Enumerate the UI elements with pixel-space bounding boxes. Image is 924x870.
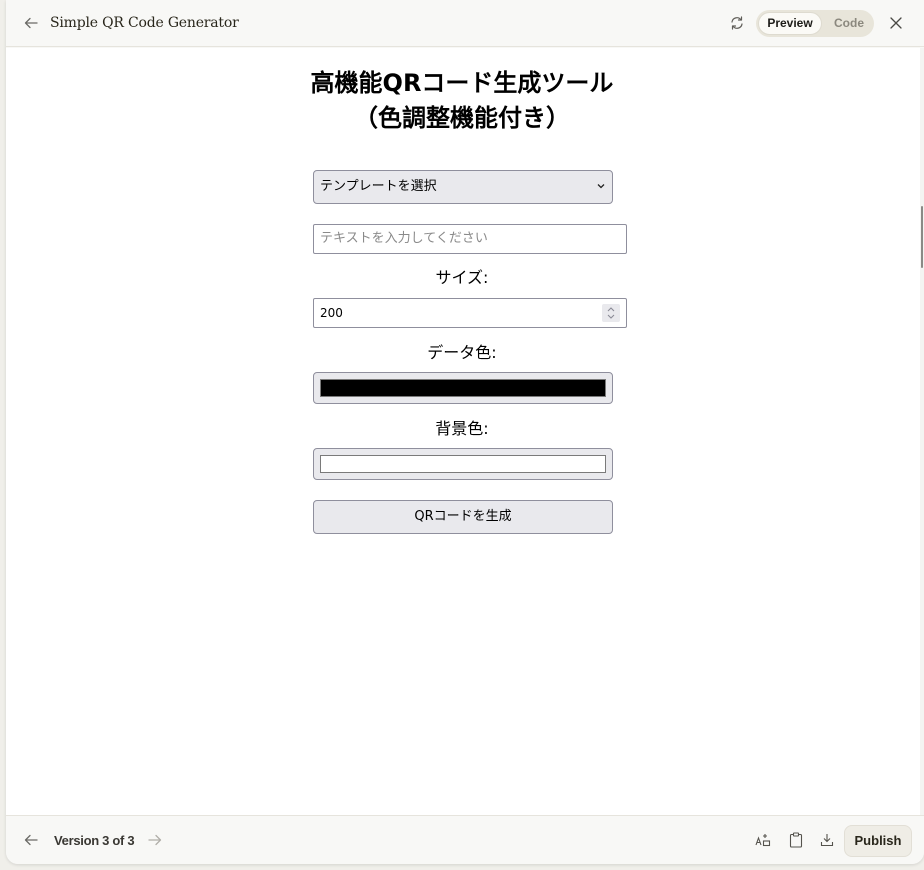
tab-preview[interactable]: Preview [758,12,822,35]
next-version-button[interactable] [144,829,166,851]
bg-color-picker[interactable] [313,448,613,480]
artifact-window: Simple QR Code Generator Preview Code 高機… [6,0,924,864]
arrow-left-icon [24,834,38,846]
page-title-line2: （色調整機能付き） [354,104,570,132]
arrow-right-icon [148,834,162,846]
arrow-left-icon [24,17,38,29]
refresh-button[interactable] [726,12,748,34]
download-button[interactable] [816,829,838,851]
app-title: Simple QR Code Generator [50,15,239,31]
view-toggle: Preview Code [756,10,874,37]
data-color-picker[interactable] [313,372,613,404]
scrollbar-track[interactable] [920,48,924,815]
top-bar: Simple QR Code Generator Preview Code [6,0,924,47]
close-button[interactable] [885,12,907,34]
size-label: サイズ: [435,268,489,287]
text-input[interactable]: テキストを入力してください [313,224,627,254]
scrollbar-thumb[interactable] [921,206,923,268]
bg-color-swatch [320,455,606,473]
refresh-icon [731,16,743,30]
chevron-down-icon [597,171,605,215]
translate-button[interactable] [752,829,774,851]
close-icon [890,17,902,29]
footer-bar: Version 3 of 3 Publish [6,815,924,864]
data-color-swatch [320,379,606,397]
download-icon [820,834,834,847]
stepper-arrows-icon [607,307,615,319]
text-input-placeholder: テキストを入力してください [320,231,488,246]
tab-code[interactable]: Code [826,12,872,35]
template-select-value: テンプレートを選択 [320,179,437,194]
version-indicator: Version 3 of 3 [54,833,135,848]
back-button[interactable] [20,12,42,34]
template-select[interactable]: テンプレートを選択 [313,170,613,204]
size-input[interactable]: 200 [313,298,627,328]
copy-button[interactable] [785,829,807,851]
size-input-value: 200 [320,306,343,320]
size-stepper[interactable] [602,304,620,322]
preview-pane: 高機能QRコード生成ツール （色調整機能付き） テンプレートを選択 テキストを入… [6,48,924,815]
generate-qr-button[interactable]: QRコードを生成 [313,500,613,534]
page-title: 高機能QRコード生成ツール （色調整機能付き） [6,66,918,136]
translate-icon [755,834,771,847]
data-color-label: データ色: [427,343,497,362]
publish-button[interactable]: Publish [844,825,912,857]
bg-color-label: 背景色: [435,419,489,438]
clipboard-icon [789,832,803,848]
previous-version-button[interactable] [20,829,42,851]
page-title-line1: 高機能QRコード生成ツール [310,69,614,97]
